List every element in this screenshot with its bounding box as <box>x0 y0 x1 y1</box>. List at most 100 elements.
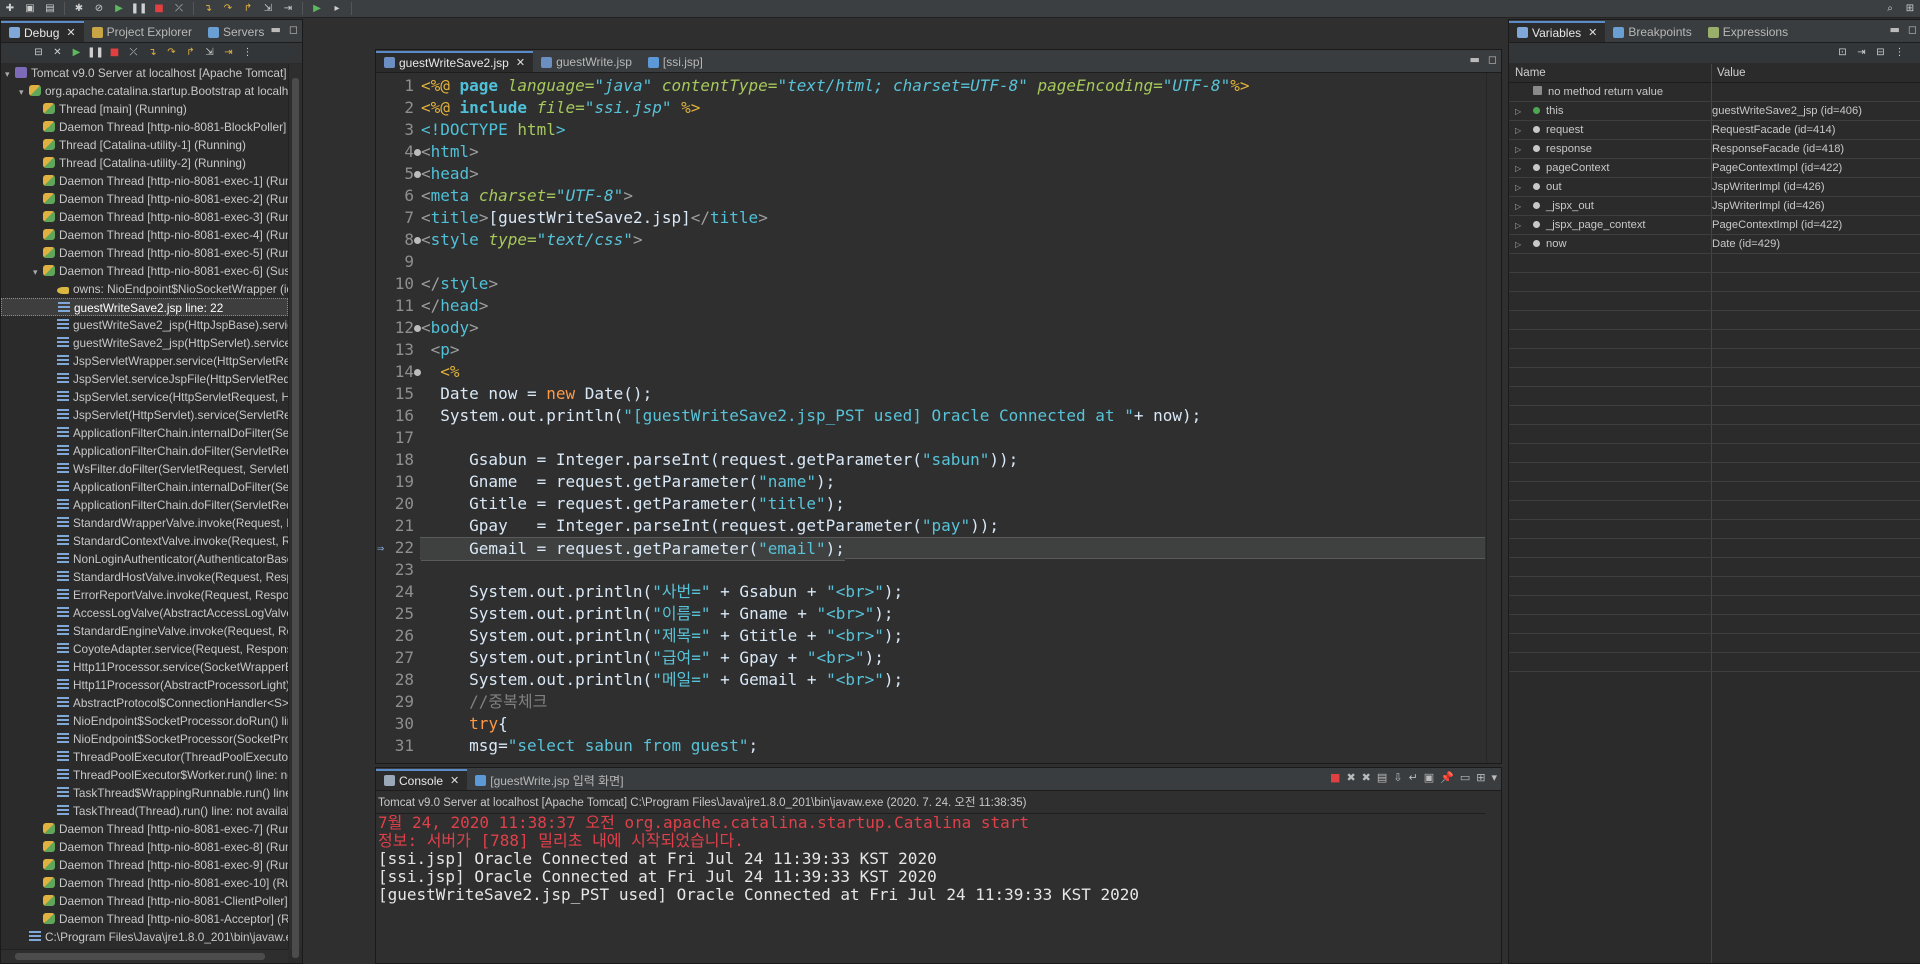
variable-row[interactable]: ▷ response ResponseFacade (id=418) <box>1509 140 1920 159</box>
new-icon[interactable]: ✚ <box>3 2 17 15</box>
terminate-icon[interactable]: ■ <box>107 47 122 60</box>
use-step-filters-icon[interactable]: ⇥ <box>281 2 295 15</box>
stack-frame[interactable]: AccessLogValve(AbstractAccessLogValve).i… <box>1 604 288 622</box>
code-line[interactable]: 18 Gsabun = Integer.parseInt(request.get… <box>376 449 1485 471</box>
stack-frame[interactable]: ApplicationFilterChain.doFilter(ServletR… <box>1 442 288 460</box>
debug-horizontal-scrollbar[interactable] <box>1 949 288 963</box>
console-tab-0[interactable]: Console ✕ <box>376 769 468 790</box>
tree-item[interactable]: Daemon Thread [http-nio-8081-exec-2] (Ru… <box>1 190 288 208</box>
column-header-value[interactable]: Value <box>1711 64 1746 82</box>
tree-item[interactable]: Daemon Thread [http-nio-8081-exec-9] (Ru… <box>1 856 288 874</box>
stack-frame[interactable]: WsFilter.doFilter(ServletRequest, Servle… <box>1 460 288 478</box>
variables-tab-0[interactable]: Variables ✕ <box>1509 21 1606 42</box>
variable-row[interactable]: ▷ now Date (id=429) <box>1509 235 1920 254</box>
debug-tab-0[interactable]: Debug ✕ <box>1 21 84 42</box>
drop-to-frame-icon[interactable]: ⇲ <box>261 2 275 15</box>
code-line[interactable]: 2 <%@ include file="ssi.jsp" %> <box>376 97 1485 119</box>
tree-item[interactable]: ▾ Daemon Thread [http-nio-8081-exec-6] (S… <box>1 262 288 280</box>
stack-frame[interactable]: ApplicationFilterChain.internalDoFilter(… <box>1 478 288 496</box>
stack-frame[interactable]: ApplicationFilterChain.internalDoFilter(… <box>1 424 288 442</box>
tree-item[interactable]: owns: NioEndpoint$NioSocketWrapper (id=4… <box>1 280 288 298</box>
code-line[interactable]: 30 try{ <box>376 713 1485 735</box>
collapse-all-icon[interactable]: ⊟ <box>31 47 46 60</box>
code-line[interactable]: 19 Gname = request.getParameter("name"); <box>376 471 1485 493</box>
stack-frame[interactable]: ThreadPoolExecutor(ThreadPoolExecutor).r… <box>1 748 288 766</box>
stack-frame[interactable]: guestWriteSave2_jsp(HttpServlet).service… <box>1 334 288 352</box>
save-icon[interactable]: ▣ <box>23 2 37 15</box>
tree-item[interactable]: Daemon Thread [http-nio-8081-exec-4] (Ru… <box>1 226 288 244</box>
code-line[interactable]: 26 System.out.println("제목=" + Gtitle + "… <box>376 625 1485 647</box>
code-line[interactable]: 13 <p> <box>376 339 1485 361</box>
code-lines[interactable]: 1 <%@ page language="java" contentType="t… <box>376 75 1485 757</box>
code-line[interactable]: 20 Gtitle = request.getParameter("title"… <box>376 493 1485 515</box>
stack-frame[interactable]: CoyoteAdapter.service(Request, Response)… <box>1 640 288 658</box>
stack-frame[interactable]: StandardHostValve.invoke(Request, Respon… <box>1 568 288 586</box>
step-over-icon[interactable]: ↷ <box>221 2 235 15</box>
perspective-icon[interactable]: ⊞ <box>1903 2 1917 15</box>
stack-frame[interactable]: Http11Processor(AbstractProcessorLight).… <box>1 676 288 694</box>
expand-toggle-icon[interactable]: ▾ <box>33 263 43 281</box>
scroll-lock-icon[interactable]: ⇩ <box>1393 771 1402 784</box>
close-tab-icon[interactable]: ✕ <box>66 26 75 39</box>
step-into-icon[interactable]: ↴ <box>201 2 215 15</box>
tree-item[interactable]: ▾ Tomcat v9.0 Server at localhost [Apache… <box>1 64 288 82</box>
remove-all-terminated-icon[interactable]: ✖ <box>1362 771 1371 784</box>
search-icon[interactable]: ⌕ <box>1883 2 1897 15</box>
column-header-name[interactable]: Name <box>1509 64 1711 82</box>
stack-frame[interactable]: JspServlet(HttpServlet).service(ServletR… <box>1 406 288 424</box>
debug-icon[interactable]: ✱ <box>72 2 86 15</box>
stack-frame[interactable]: StandardWrapperValve.invoke(Request, Res… <box>1 514 288 532</box>
show-on-stdout-icon[interactable]: ▣ <box>1424 771 1434 784</box>
selected-stack-frame[interactable]: guestWriteSave2.jsp line: 22 <box>1 298 288 316</box>
tree-item[interactable]: Daemon Thread [http-nio-8081-exec-7] (Ru… <box>1 820 288 838</box>
code-line[interactable]: 5 <head> <box>376 163 1485 185</box>
stack-frame[interactable]: guestWriteSave2_jsp(HttpJspBase).service… <box>1 316 288 334</box>
variable-row[interactable]: ▷ request RequestFacade (id=414) <box>1509 121 1920 140</box>
variable-row[interactable]: ▷ pageContext PageContextImpl (id=422) <box>1509 159 1920 178</box>
editor-vertical-scrollbar[interactable] <box>1486 73 1501 763</box>
stack-frame[interactable]: C:\Program Files\Java\jre1.8.0_201\bin\j… <box>1 928 288 946</box>
code-line[interactable]: 7 <title>[guestWriteSave2.jsp]</title> <box>376 207 1485 229</box>
drop-to-frame-icon[interactable]: ⇲ <box>202 47 217 60</box>
suspend-icon[interactable]: ❚❚ <box>87 47 104 60</box>
resume-icon[interactable]: ▶ <box>112 2 126 15</box>
tree-item[interactable]: Daemon Thread [http-nio-8081-exec-10] (R… <box>1 874 288 892</box>
view-menu-icon[interactable]: ⋮ <box>240 47 255 60</box>
stack-frame[interactable]: NonLoginAuthenticator(AuthenticatorBase)… <box>1 550 288 568</box>
code-line[interactable]: 6 <meta charset="UTF-8"> <box>376 185 1485 207</box>
stack-frame[interactable]: NioEndpoint$SocketProcessor(SocketProces… <box>1 730 288 748</box>
stack-frame[interactable]: JspServletWrapper.service(HttpServletReq… <box>1 352 288 370</box>
code-line[interactable]: 4 <html> <box>376 141 1485 163</box>
stack-frame[interactable]: StandardContextValve.invoke(Request, Res… <box>1 532 288 550</box>
tree-item[interactable]: Daemon Thread [http-nio-8081-exec-1] (Ru… <box>1 172 288 190</box>
stack-frame[interactable]: ErrorReportValve.invoke(Request, Respons… <box>1 586 288 604</box>
expand-toggle-icon[interactable]: ▷ <box>1515 160 1523 178</box>
display-console-icon[interactable]: ▭ <box>1460 771 1470 784</box>
current-line[interactable]: ⇒ 22 Gemail = request.getParameter("email… <box>376 537 1485 561</box>
code-line[interactable]: 11 </head> <box>376 295 1485 317</box>
expand-toggle-icon[interactable]: ▷ <box>1515 179 1523 197</box>
run-icon[interactable]: ▶ <box>310 2 324 15</box>
expand-toggle-icon[interactable]: ▷ <box>1515 141 1523 159</box>
step-filters-icon[interactable]: ⇥ <box>221 47 236 60</box>
code-editor[interactable]: 1 <%@ page language="java" contentType="t… <box>376 73 1501 763</box>
debug-tab-1[interactable]: Project Explorer <box>84 22 200 42</box>
code-line[interactable]: 29 //중복체크 <box>376 691 1485 713</box>
step-into-icon[interactable]: ↴ <box>145 47 160 60</box>
expand-toggle-icon[interactable]: ▷ <box>1515 217 1523 235</box>
show-type-names-icon[interactable]: ⊡ <box>1835 47 1850 60</box>
stack-frame[interactable]: JspServlet.service(HttpServletRequest, H… <box>1 388 288 406</box>
step-over-icon[interactable]: ↷ <box>164 47 179 60</box>
expand-toggle-icon[interactable]: ▷ <box>1515 122 1523 140</box>
stack-frame[interactable]: TaskThread$WrappingRunnable.run() line: … <box>1 784 288 802</box>
save-all-icon[interactable]: ▤ <box>43 2 57 15</box>
disconnect-icon[interactable]: ⤫ <box>172 2 186 15</box>
tree-item[interactable]: Daemon Thread [http-nio-8081-ClientPolle… <box>1 892 288 910</box>
code-line[interactable]: 10 </style> <box>376 273 1485 295</box>
terminate-icon[interactable]: ■ <box>152 2 166 15</box>
editor-tab-1[interactable]: guestWrite.jsp <box>533 52 640 72</box>
debug-tab-2[interactable]: Servers <box>200 22 272 42</box>
close-tab-icon[interactable]: ✕ <box>516 56 525 69</box>
variables-tab-1[interactable]: Breakpoints <box>1605 22 1699 42</box>
stack-frame[interactable]: AbstractProtocol$ConnectionHandler<S>.pr… <box>1 694 288 712</box>
